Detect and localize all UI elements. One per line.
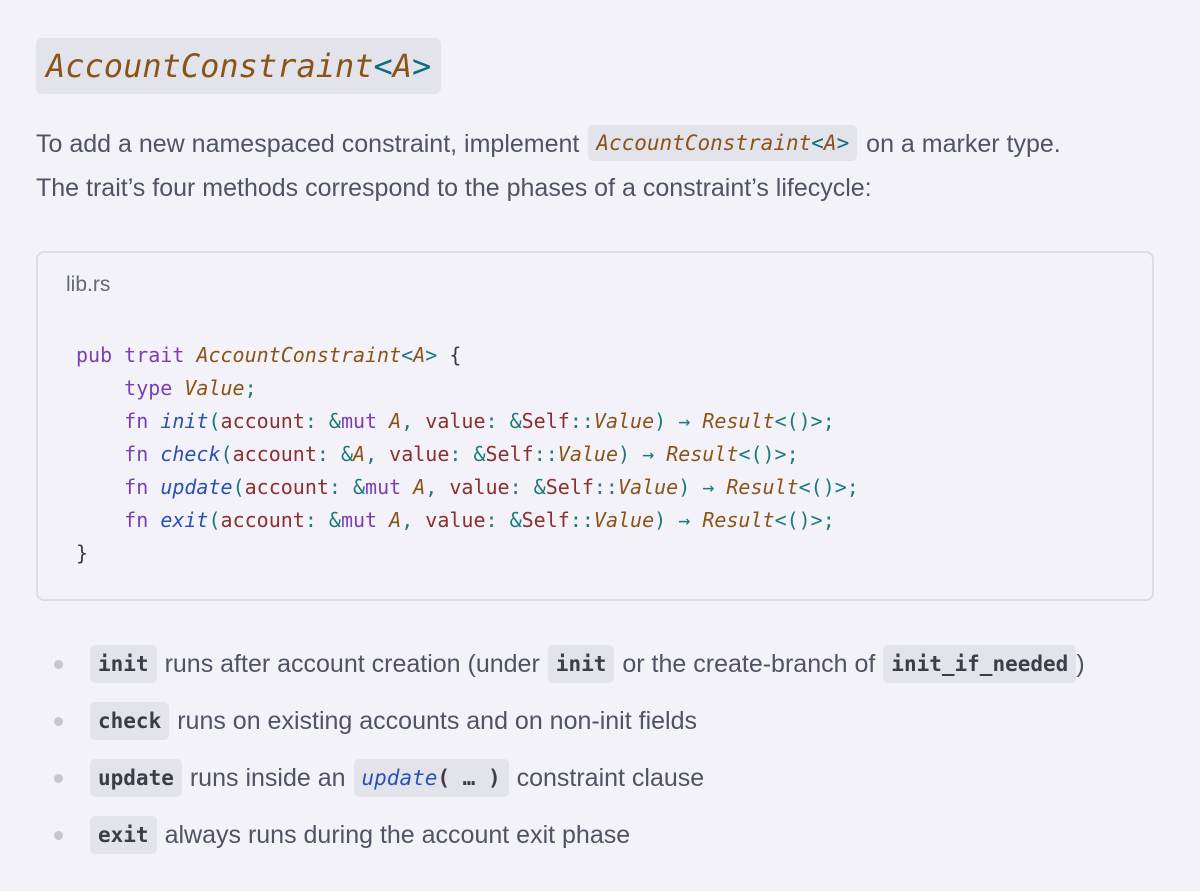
list-item-text: runs after account creation (under [164,649,540,678]
heading-angle-close: > [412,47,432,85]
bullet-dot-icon [54,660,63,669]
function-name: update [361,766,438,790]
intro-code-open: < [811,131,824,155]
code-line: fn update(account: &mut A, value: &Self:… [124,475,859,499]
list-item-text: or the create-branch of [622,649,876,678]
list-item: init runs after account creation (under … [0,639,1200,689]
inline-code-function: update( … ) [353,759,509,797]
list-item-text: runs on existing accounts and on non-ini… [177,706,697,735]
code-line: fn init(account: &mut A, value: &Self::V… [124,409,835,433]
list-item: exit always runs during the account exit… [0,810,1200,860]
bullet-dot-icon [54,831,63,840]
intro-code-param: A [823,131,837,155]
list-item-content: init runs after account creation (under … [90,644,1085,684]
list-item-content: exit always runs during the account exit… [90,815,630,855]
list-item-content: check runs on existing accounts and on n… [90,701,697,741]
heading-type-name: AccountConstraint [46,47,374,85]
code-line: fn exit(account: &mut A, value: &Self::V… [124,508,835,532]
list-item: update runs inside an update( … ) constr… [0,753,1200,803]
intro-code-close: > [836,131,850,155]
intro-text-after: on a marker type. [866,130,1061,158]
list-item: check runs on existing accounts and on n… [0,696,1200,746]
inline-code: check [90,702,170,740]
intro-line-1: To add a new namespaced constraint, impl… [36,122,1166,166]
list-item-text: ) [1076,649,1085,678]
heading-type-param: A [392,47,413,85]
intro-line-2: The trait’s four methods correspond to t… [36,174,872,202]
code-line: type Value; [124,376,257,400]
list-item-text: constraint clause [516,763,705,792]
intro-code-name: AccountConstraint [596,131,812,155]
inline-code: init [547,645,615,683]
intro-inline-code: AccountConstraint<A> [588,125,858,161]
list-item-text: runs inside an [189,763,346,792]
inline-code: update [90,759,182,797]
inline-code: init [90,645,157,683]
intro-text-before: To add a new namespaced constraint, impl… [36,130,580,158]
heading-angle-open: < [373,47,393,85]
list-item-text: always runs during the account exit phas… [164,820,631,849]
section-heading: AccountConstraint < A > [36,38,442,94]
code-filename: lib.rs [66,273,111,296]
bullet-dot-icon [54,774,63,783]
code-line: fn check(account: &A, value: &Self::Valu… [124,442,799,466]
code-line: pub trait AccountConstraint<A> { [76,343,462,367]
code-block: lib.rs pub trait AccountConstraint<A> { … [36,251,1154,601]
inline-code: init_if_needed [883,645,1077,683]
bullet-dot-icon [54,717,63,726]
code-content: pub trait AccountConstraint<A> { type Va… [76,339,859,570]
inline-code: exit [90,816,157,854]
function-args: ( … ) [437,766,501,790]
intro-paragraph: To add a new namespaced constraint, impl… [36,122,1166,210]
code-line: } [76,541,89,565]
list-item-content: update runs inside an update( … ) constr… [90,758,704,798]
